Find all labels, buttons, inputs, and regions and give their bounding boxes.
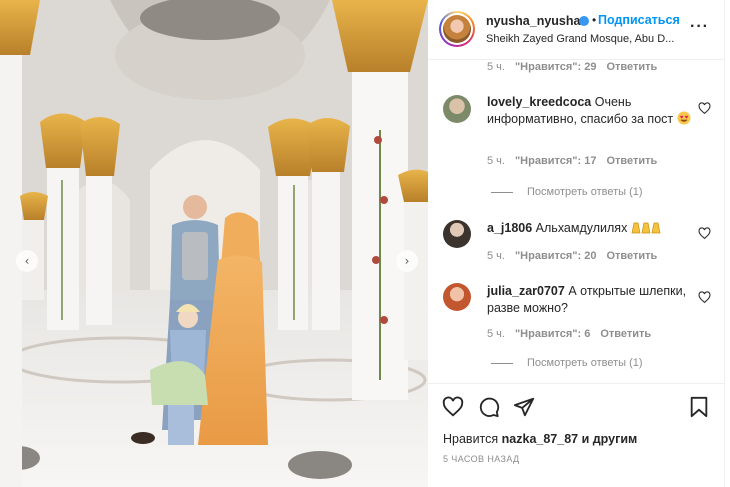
like-comment-heart-icon[interactable]	[698, 102, 711, 115]
like-heart-icon[interactable]	[442, 396, 464, 418]
chevron-left-icon: ‹	[24, 254, 30, 268]
post-photo[interactable]: ‹ ›	[0, 0, 428, 487]
view-replies-button[interactable]: Посмотреть ответы (1)	[491, 357, 643, 369]
post-header: nyusha_nyusha • Подписаться Sheikh Zayed…	[428, 0, 724, 60]
commenter-avatar[interactable]	[443, 283, 471, 311]
reply-button[interactable]: Ответить	[606, 61, 657, 73]
likes-summary: Нравится nazka_87_87 и другим	[443, 432, 637, 446]
comment-likes[interactable]: "Нравится": 17	[515, 155, 596, 167]
reply-button[interactable]: Ответить	[606, 250, 657, 262]
post-sidebar: nyusha_nyusha • Подписаться Sheikh Zayed…	[428, 0, 724, 487]
like-comment-heart-icon[interactable]	[698, 227, 711, 240]
mosque-photo-illustration	[0, 0, 428, 487]
likes-prefix: Нравится	[443, 432, 499, 446]
comment-time: 5 ч.	[487, 155, 505, 167]
view-replies-button[interactable]: Посмотреть ответы (1)	[491, 186, 643, 198]
more-options-icon[interactable]: ···	[690, 18, 709, 36]
comment-body: a_j1806 Альхамдулилях	[487, 220, 697, 237]
chevron-right-icon: ›	[404, 254, 410, 268]
heart-eyes-emoji-icon	[677, 111, 691, 125]
comment-time: 5 ч.	[487, 250, 505, 262]
verified-icon	[579, 16, 589, 26]
separator-dot: •	[592, 13, 597, 27]
reply-button[interactable]: Ответить	[606, 155, 657, 167]
comment-likes[interactable]: "Нравится": 29	[515, 61, 596, 73]
praying-hands-emoji-icon	[631, 222, 661, 234]
author-avatar[interactable]	[439, 11, 475, 47]
post-actions: Нравится nazka_87_87 и другим 5 ЧАСОВ НА…	[428, 383, 724, 487]
comment-text: Альхамдулилях	[535, 221, 628, 235]
commenter-avatar[interactable]	[443, 220, 471, 248]
comment-icon[interactable]	[478, 396, 500, 418]
follow-button[interactable]: Подписаться	[598, 13, 680, 27]
comment-meta: 5 ч. "Нравится": 6 Ответить	[487, 328, 651, 340]
comments-list: 5 ч. "Нравится": 29 Ответить lovely_kreedc…	[428, 61, 724, 383]
comment-meta: 5 ч. "Нравится": 20 Ответить	[487, 250, 657, 262]
previous-photo-button[interactable]: ‹	[16, 250, 38, 272]
view-replies-label: Посмотреть ответы (1)	[527, 357, 643, 369]
comment-meta: 5 ч. "Нравится": 17 Ответить	[487, 155, 657, 167]
replies-divider	[491, 191, 513, 193]
comment-likes[interactable]: "Нравится": 20	[515, 250, 596, 262]
bookmark-icon[interactable]	[688, 396, 710, 418]
next-photo-button[interactable]: ›	[396, 250, 418, 272]
comment-time: 5 ч.	[487, 328, 505, 340]
replies-divider	[491, 362, 513, 364]
author-username[interactable]: nyusha_nyusha	[486, 14, 580, 28]
commenter-avatar[interactable]	[443, 95, 471, 123]
liker-username[interactable]: nazka_87_87	[502, 432, 578, 446]
like-comment-heart-icon[interactable]	[698, 291, 711, 304]
comment-body: julia_zar0707 А открытые шлепки, разве м…	[487, 283, 697, 317]
scrollbar-track	[724, 0, 730, 487]
share-icon[interactable]	[513, 396, 535, 418]
comment-body: lovely_kreedcoca Очень информативно, спа…	[487, 94, 697, 128]
comment-meta: 5 ч. "Нравится": 29 Ответить	[487, 61, 657, 73]
reply-button[interactable]: Ответить	[600, 328, 651, 340]
commenter-username[interactable]: lovely_kreedcoca	[487, 95, 591, 109]
commenter-username[interactable]: julia_zar0707	[487, 284, 565, 298]
likes-others[interactable]: и другим	[582, 432, 638, 446]
comment-time: 5 ч.	[487, 61, 505, 73]
location-link[interactable]: Sheikh Zayed Grand Mosque, Abu D...	[486, 33, 681, 45]
comment-likes[interactable]: "Нравится": 6	[515, 328, 590, 340]
view-replies-label: Посмотреть ответы (1)	[527, 186, 643, 198]
post-timestamp: 5 ЧАСОВ НАЗАД	[443, 454, 520, 464]
commenter-username[interactable]: a_j1806	[487, 221, 532, 235]
